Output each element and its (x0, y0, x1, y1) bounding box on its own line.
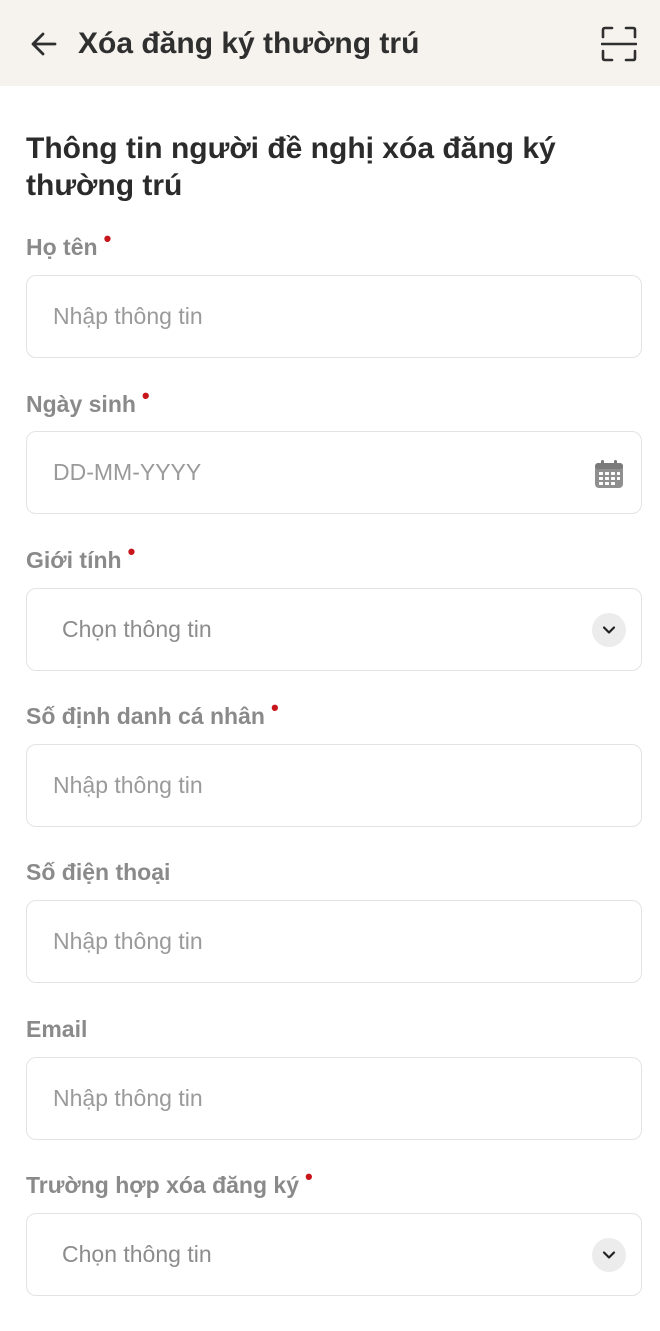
calendar-icon[interactable] (593, 458, 625, 490)
gender-select-value: Chọn thông tin (62, 616, 212, 642)
removal-case-label-text: Trường hợp xóa đăng ký (26, 1172, 300, 1198)
full-name-input[interactable] (53, 276, 593, 356)
removal-case-select-value: Chọn thông tin (62, 1241, 212, 1267)
chevron-down-icon (592, 1238, 626, 1272)
required-mark: • (141, 383, 150, 408)
full-name-label: Họ tên • (26, 226, 111, 263)
personal-id-label: Số định danh cá nhân • (26, 695, 279, 732)
back-button[interactable] (24, 24, 64, 64)
gender-label-text: Giới tính (26, 547, 122, 573)
chevron-down-icon (592, 613, 626, 647)
required-mark: • (103, 226, 112, 251)
removal-case-label: Trường hợp xóa đăng ký • (26, 1164, 313, 1201)
app-header: Xóa đăng ký thường trú (0, 0, 660, 86)
personal-id-field[interactable] (26, 744, 642, 827)
full-name-label-text: Họ tên (26, 234, 98, 260)
email-input[interactable] (53, 1058, 593, 1138)
required-mark: • (305, 1164, 313, 1189)
required-mark: • (127, 539, 136, 564)
email-field[interactable] (26, 1057, 642, 1140)
full-name-field[interactable] (26, 275, 642, 358)
section-title: Thông tin người đề nghị xóa đăng ký thườ… (26, 132, 556, 202)
birth-date-field[interactable] (26, 431, 642, 514)
page-title: Xóa đăng ký thường trú (78, 27, 420, 60)
required-mark: • (270, 695, 279, 720)
personal-id-input[interactable] (53, 745, 593, 825)
birth-date-label-text: Ngày sinh (26, 391, 136, 417)
scan-frame-icon (601, 26, 637, 62)
arrow-left-icon (31, 32, 57, 56)
email-label: Email (26, 1014, 87, 1044)
removal-case-select[interactable]: Chọn thông tin (26, 1213, 642, 1296)
email-label-text: Email (26, 1016, 88, 1042)
scan-button[interactable] (596, 24, 642, 64)
phone-field[interactable] (26, 900, 642, 983)
birth-date-input[interactable] (53, 432, 593, 512)
birth-date-label: Ngày sinh • (26, 383, 150, 420)
phone-label-text: Số điện thoại (26, 859, 171, 885)
gender-label: Giới tính • (26, 539, 135, 576)
gender-select[interactable]: Chọn thông tin (26, 588, 642, 671)
personal-id-label-text: Số định danh cá nhân (26, 703, 265, 729)
phone-label: Số điện thoại (26, 857, 170, 887)
phone-input[interactable] (53, 901, 593, 981)
